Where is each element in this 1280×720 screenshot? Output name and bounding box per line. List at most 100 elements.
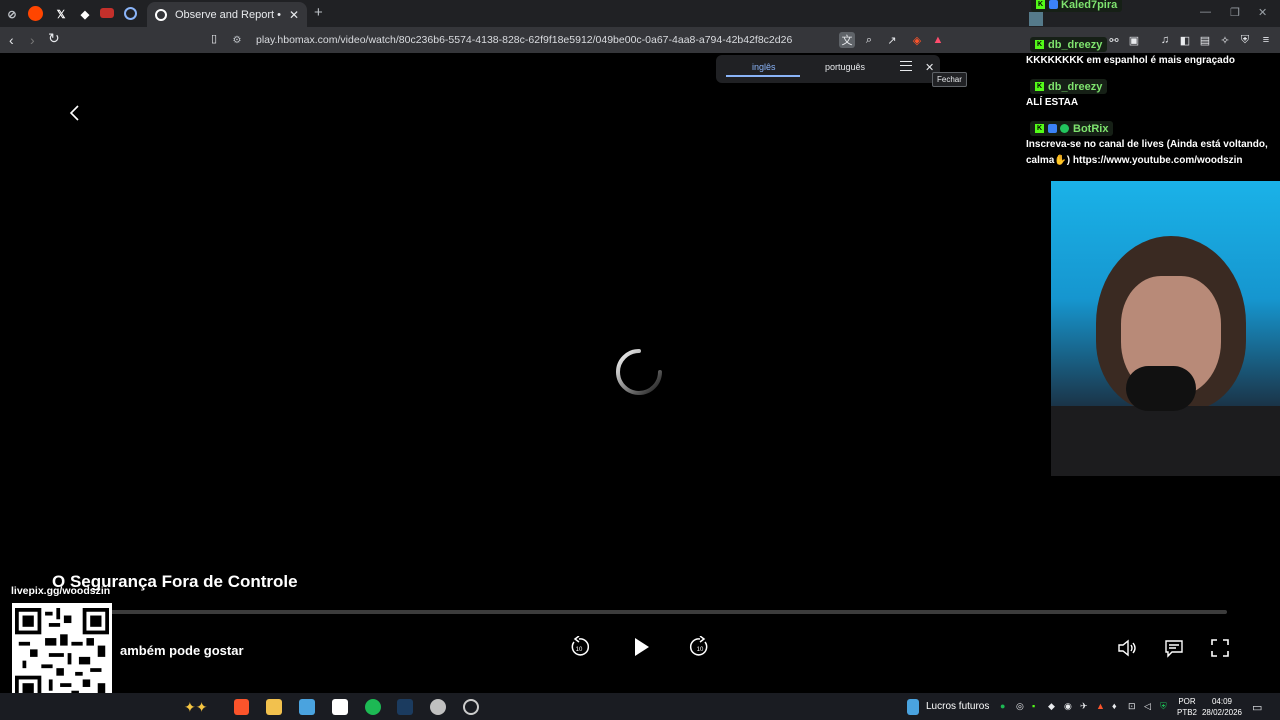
volume-icon[interactable] [1116,637,1138,659]
speaker-off-icon[interactable]: ⊘ [3,5,21,23]
brave-rewards-icon[interactable]: ▲ [931,33,945,47]
webcam-shirt [1051,406,1280,476]
spotify-icon[interactable] [365,699,381,715]
forward-10-icon[interactable]: 10 [689,636,711,658]
forward-seconds-label: 10 [697,647,704,653]
back-nav-icon[interactable]: ‹ [9,32,14,48]
widget-label[interactable]: Lucros futuros [926,701,989,712]
close-tooltip: Fechar [932,72,967,87]
qr-code [12,603,112,707]
chat-username: db_dreezy [1048,80,1103,93]
settings-taskbar-icon[interactable] [430,699,446,715]
hbo-favicon-icon [155,8,167,21]
webcam-feed [1051,181,1280,476]
player-back-icon[interactable] [66,103,84,123]
rewind-10-icon[interactable]: 10 [568,636,590,658]
capcut-icon[interactable] [332,699,348,715]
tray-brave-icon[interactable]: ▲ [1096,701,1105,711]
sidebar-icon[interactable]: ◧ [1178,33,1192,47]
progress-bar[interactable] [52,610,1227,614]
tab-title: Observe and Report • HBO Max [175,8,283,21]
webcam-microphone [1126,366,1196,411]
translate-tab-indicator [726,75,800,77]
wallet2-icon[interactable]: ▤ [1198,33,1212,47]
vpn-icon[interactable]: ⛨ [1238,33,1252,47]
input-language[interactable]: POR PTB2 [1176,696,1198,718]
app-taskbar-icon[interactable] [299,699,315,715]
tray-mic-icon[interactable]: ♦ [1112,701,1117,711]
tray-network-icon[interactable]: ⊡ [1128,701,1136,712]
globe-icon[interactable] [124,7,137,20]
taskbar-clock[interactable]: 04:09 28/02/2026 [1200,696,1244,718]
reload-icon[interactable]: ↻ [48,30,60,47]
chat-avatar [1029,12,1043,26]
bot-badge-icon [1048,124,1057,133]
media-icon[interactable]: ♫ [1158,33,1172,47]
play-icon[interactable] [630,636,652,658]
tray-icon[interactable]: ◎ [1016,701,1024,712]
tab-hbo-max[interactable]: Observe and Report • HBO Max ✕ [147,2,307,27]
bot-badge-icon [1049,0,1058,9]
maximize-icon[interactable]: ❐ [1230,6,1240,19]
livepix-label: livepix.gg/woodszin [11,585,111,597]
chat-message: ALÍ ESTAA [1026,97,1079,108]
url-text: play.hbomax.com/video/watch/80c236b6-557… [256,34,793,46]
bookmark-icon[interactable]: ▯ [211,32,217,45]
leo-icon[interactable]: ✧ [1218,33,1232,47]
chat-message: Inscreva-se no canal de lives (Ainda est… [1026,139,1268,166]
kick-badge-icon: K [1036,0,1045,9]
also-like-label[interactable]: ambém pode gostar [120,643,244,658]
file-explorer-icon[interactable] [266,699,282,715]
tray-app-icon[interactable]: ✈ [1080,701,1088,712]
rewind-seconds-label: 10 [576,647,583,653]
steam-icon[interactable] [397,699,413,715]
tray-discord-icon[interactable]: ◉ [1064,701,1072,712]
tray-kick-icon[interactable]: ▪ [1032,701,1035,711]
chat-username-badge: K db_dreezy [1030,37,1108,52]
widget-icon[interactable] [907,699,919,715]
brave-taskbar-icon[interactable] [234,699,249,715]
share-icon[interactable]: ↗ [885,33,899,47]
chat-username: BotRix [1073,122,1109,135]
youtube-icon[interactable] [100,8,114,18]
clock-time: 04:09 [1211,697,1233,706]
kick-badge-icon: K [1035,40,1044,49]
close-tab-icon[interactable]: ✕ [289,8,299,22]
new-tab-icon[interactable]: + [314,4,323,21]
menu-icon[interactable]: ≡ [1259,33,1273,47]
reddit-icon[interactable] [28,6,43,21]
keyboard-layout: PTB2 [1176,708,1197,717]
tray-spotify-icon[interactable]: ● [1000,701,1005,711]
notifications-icon[interactable]: ▭ [1252,701,1262,714]
tray-steam-icon[interactable]: ◆ [1048,701,1055,712]
verified-badge-icon [1060,124,1069,133]
brave-shields-icon[interactable]: ◈ [910,33,924,47]
loading-spinner-icon [616,349,662,395]
kick-badge-icon: K [1035,124,1044,133]
chat-username-badge: K db_dreezy [1030,79,1108,94]
chat-username-badge: K BotRix [1030,121,1114,136]
fullscreen-icon[interactable] [1209,637,1231,659]
language-code: POR [1178,697,1196,706]
copilot-sparkle-icon[interactable]: ✦✦ [184,699,214,715]
translate-menu-icon[interactable] [900,61,912,71]
subtitles-icon[interactable] [1163,637,1185,659]
site-settings-icon[interactable]: ⚙ [230,33,244,47]
chat-username-badge: K Kaled7pira [1031,0,1123,12]
tray-volume-icon[interactable]: ◁ [1144,701,1151,712]
wallet-icon[interactable]: ▣ [1127,33,1141,47]
x-icon[interactable]: 𝕏 [52,5,70,23]
translate-target-tab[interactable]: português [825,62,865,72]
app-icon[interactable]: ◆ [76,5,94,23]
close-window-icon[interactable]: ✕ [1258,6,1267,19]
tray-security-icon[interactable]: ⛨ [1160,701,1167,712]
chat-message: KKKKKKKK em espanhol é mais engraçado [1026,55,1235,66]
translate-icon[interactable]: 文 [839,32,855,48]
forward-nav-icon[interactable]: › [30,32,35,48]
zoom-icon[interactable]: ⌕ [862,33,876,47]
minimize-icon[interactable]: — [1200,6,1211,18]
translate-source-tab[interactable]: inglês [752,62,776,72]
obs-icon[interactable] [463,699,479,715]
extensions-icon[interactable]: ⚯ [1107,33,1121,47]
chat-username: db_dreezy [1048,38,1103,51]
